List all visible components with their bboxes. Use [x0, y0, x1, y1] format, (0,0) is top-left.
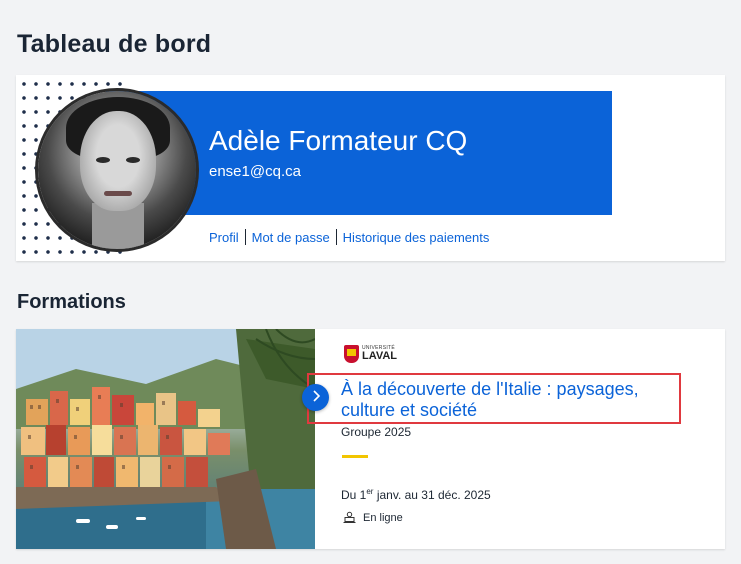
- university-logo: UNIVERSITÉ LAVAL: [344, 345, 397, 363]
- link-separator: [244, 229, 246, 245]
- page-title: Tableau de bord: [17, 30, 212, 58]
- user-email: ense1@cq.ca: [209, 163, 301, 180]
- course-dates-suffix: janv. au 31 déc. 2025: [373, 488, 491, 502]
- cinque-terre-illustration: [16, 329, 315, 549]
- course-card[interactable]: UNIVERSITÉ LAVAL À la découverte de l'It…: [16, 329, 725, 549]
- profile-links: Profil Mot de passe Historique des paiem…: [209, 229, 489, 245]
- course-mode: En ligne: [341, 511, 403, 524]
- university-shield-icon: [344, 345, 359, 363]
- course-mode-label: En ligne: [363, 511, 403, 524]
- accent-bar: [342, 455, 368, 458]
- course-dates: Du 1er janv. au 31 déc. 2025: [341, 487, 491, 502]
- course-image[interactable]: [16, 329, 315, 549]
- laptop-user-icon: [343, 511, 356, 524]
- course-title-link[interactable]: À la découverte de l'Italie : paysages, …: [341, 379, 681, 421]
- next-button[interactable]: [302, 384, 329, 411]
- user-name: Adèle Formateur CQ: [209, 125, 468, 156]
- university-logo-name: LAVAL: [362, 350, 398, 362]
- password-link[interactable]: Mot de passe: [252, 230, 330, 245]
- chevron-right-icon: [311, 389, 321, 407]
- avatar: [38, 91, 196, 249]
- payment-history-link[interactable]: Historique des paiements: [343, 230, 490, 245]
- profile-link[interactable]: Profil: [209, 230, 239, 245]
- profile-card: Adèle Formateur CQ ense1@cq.ca Profil Mo…: [16, 75, 725, 261]
- course-group: Groupe 2025: [341, 425, 412, 439]
- formations-section-title: Formations: [17, 291, 126, 313]
- link-separator: [335, 229, 337, 245]
- course-dates-prefix: Du 1: [341, 488, 367, 502]
